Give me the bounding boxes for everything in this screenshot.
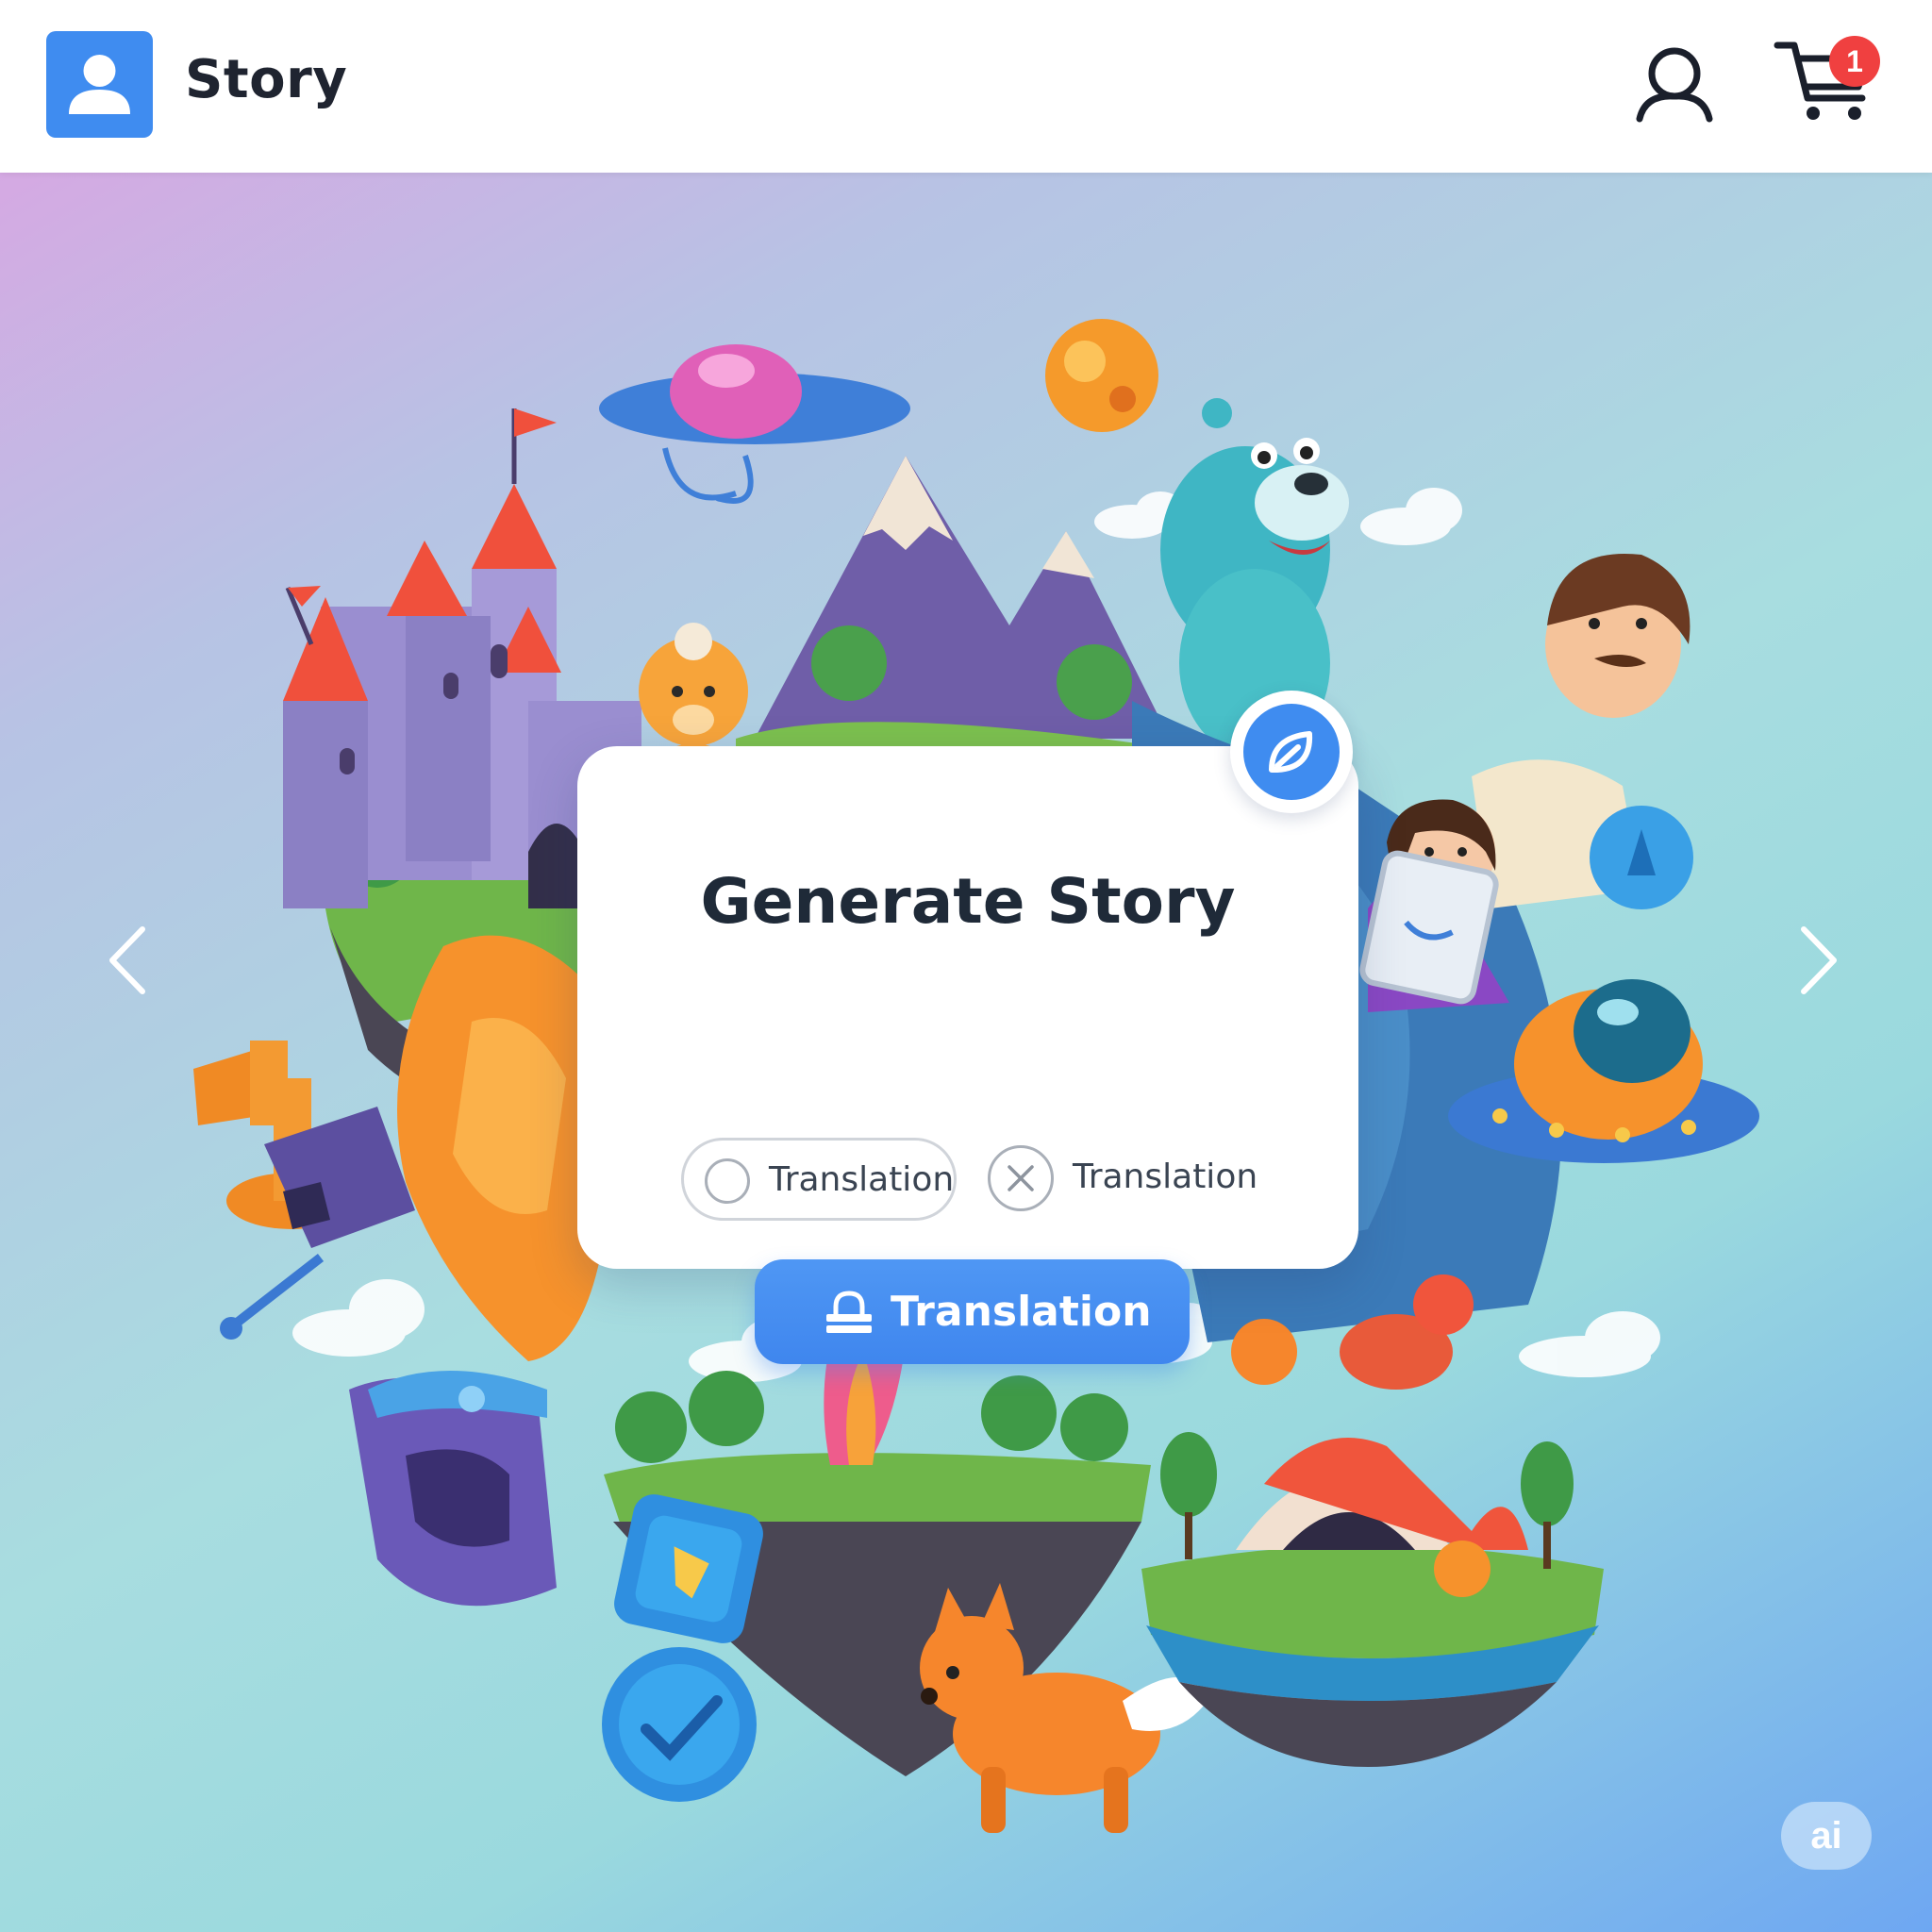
card-action-button[interactable]: [1230, 691, 1353, 813]
chevron-left-icon: [109, 926, 145, 994]
carousel-prev-button[interactable]: [99, 918, 156, 1003]
user-avatar-icon: [69, 55, 130, 114]
translation-option-radio[interactable]: Translation: [681, 1138, 957, 1221]
app-logo[interactable]: [46, 31, 153, 138]
radio-empty-icon: [705, 1158, 750, 1204]
generate-story-card: Generate Story Translation Translation T…: [577, 691, 1358, 1364]
card-action-inner: [1243, 704, 1340, 800]
x-circle-icon: [988, 1145, 1054, 1211]
hero-banner: Generate Story Translation Translation T…: [0, 173, 1932, 1932]
lock-icon: [826, 1291, 872, 1333]
leaf-icon: [1269, 731, 1313, 773]
cart-count-badge: 1: [1829, 36, 1880, 87]
ai-badge: ai: [1781, 1802, 1872, 1870]
button-label: Translation: [891, 1288, 1152, 1336]
carousel-next-button[interactable]: [1790, 918, 1847, 1003]
profile-button[interactable]: [1632, 42, 1717, 126]
cart-button[interactable]: 1: [1772, 32, 1889, 126]
option-label: Translation: [1073, 1158, 1258, 1196]
chevron-right-icon: [1801, 926, 1837, 994]
app-title: Story: [185, 49, 348, 110]
top-bar: Story 1: [0, 0, 1932, 173]
profile-icon: [1636, 47, 1713, 123]
option-label: Translation: [769, 1160, 955, 1199]
card-title: Generate Story: [700, 865, 1236, 938]
translation-primary-button[interactable]: Translation: [755, 1259, 1190, 1364]
translation-option-dismiss[interactable]: Translation: [988, 1138, 1290, 1221]
